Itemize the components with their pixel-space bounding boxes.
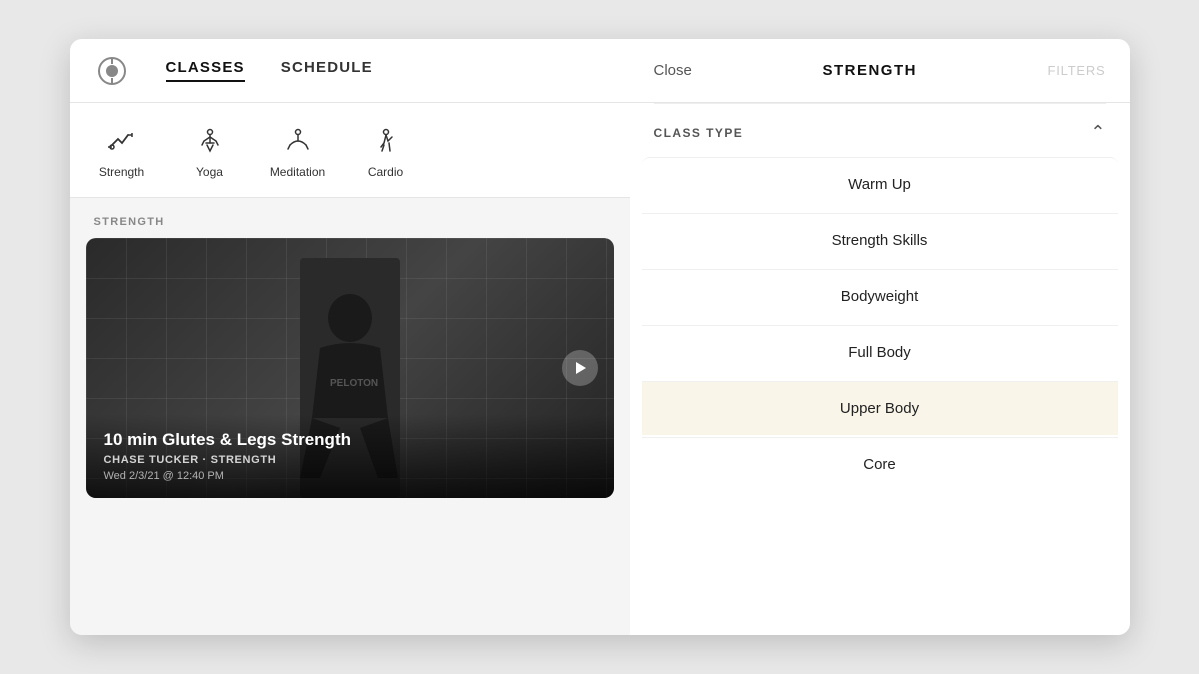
section-label: STRENGTH bbox=[70, 198, 630, 238]
tab-schedule[interactable]: SCHEDULE bbox=[281, 59, 373, 82]
class-type-item-bodyweight[interactable]: Bodyweight bbox=[642, 269, 1118, 323]
class-type-item-strength-skills[interactable]: Strength Skills bbox=[642, 213, 1118, 267]
class-type-item-full-body[interactable]: Full Body bbox=[642, 325, 1118, 379]
svg-text:PELOTON: PELOTON bbox=[330, 378, 378, 389]
class-card[interactable]: PELOTON 10 min Glutes & Legs Strength CH… bbox=[86, 238, 614, 498]
category-yoga-label: Yoga bbox=[196, 165, 223, 179]
chevron-up-icon: ⌃ bbox=[1090, 122, 1105, 143]
left-header: CLASSES SCHEDULE bbox=[70, 39, 630, 103]
class-card-bg: PELOTON 10 min Glutes & Legs Strength CH… bbox=[86, 238, 614, 498]
category-cardio-label: Cardio bbox=[368, 165, 403, 179]
close-button[interactable]: Close bbox=[654, 62, 692, 79]
card-overlay: 10 min Glutes & Legs Strength CHASE TUCK… bbox=[86, 414, 614, 498]
category-meditation-label: Meditation bbox=[270, 165, 325, 179]
category-cardio[interactable]: Cardio bbox=[346, 117, 426, 183]
strength-icon bbox=[102, 121, 142, 161]
class-type-item-warm-up[interactable]: Warm Up bbox=[642, 157, 1118, 211]
card-subtitle: CHASE TUCKER · STRENGTH bbox=[104, 454, 596, 466]
class-type-item-core[interactable]: Core bbox=[642, 437, 1118, 491]
category-meditation[interactable]: Meditation bbox=[258, 117, 338, 183]
class-type-list: Warm UpStrength SkillsBodyweightFull Bod… bbox=[630, 157, 1130, 635]
card-title: 10 min Glutes & Legs Strength bbox=[104, 430, 596, 450]
logo-icon[interactable] bbox=[94, 53, 130, 89]
category-yoga[interactable]: Yoga bbox=[170, 117, 250, 183]
right-title: STRENGTH bbox=[692, 62, 1048, 79]
class-type-header[interactable]: CLASS TYPE ⌃ bbox=[630, 104, 1130, 157]
right-panel: Close STRENGTH FILTERS CLASS TYPE ⌃ Warm… bbox=[630, 39, 1130, 635]
card-date: Wed 2/3/21 @ 12:40 PM bbox=[104, 470, 596, 482]
play-button[interactable] bbox=[562, 350, 598, 386]
left-panel: CLASSES SCHEDULE Strength bbox=[70, 39, 630, 635]
class-type-item-upper-body[interactable]: Upper Body bbox=[642, 381, 1118, 435]
category-strength-label: Strength bbox=[99, 165, 144, 179]
class-type-label: CLASS TYPE bbox=[654, 126, 744, 140]
meditation-icon bbox=[278, 121, 318, 161]
nav-tabs: CLASSES SCHEDULE bbox=[166, 59, 606, 82]
yoga-icon bbox=[190, 121, 230, 161]
tab-classes[interactable]: CLASSES bbox=[166, 59, 245, 82]
filters-button[interactable]: FILTERS bbox=[1048, 63, 1106, 78]
cardio-icon bbox=[366, 121, 406, 161]
right-header: Close STRENGTH FILTERS bbox=[630, 39, 1130, 103]
category-strength[interactable]: Strength bbox=[82, 117, 162, 183]
left-categories: Strength Yoga bbox=[70, 103, 630, 198]
app-container: CLASSES SCHEDULE Strength bbox=[70, 39, 1130, 635]
